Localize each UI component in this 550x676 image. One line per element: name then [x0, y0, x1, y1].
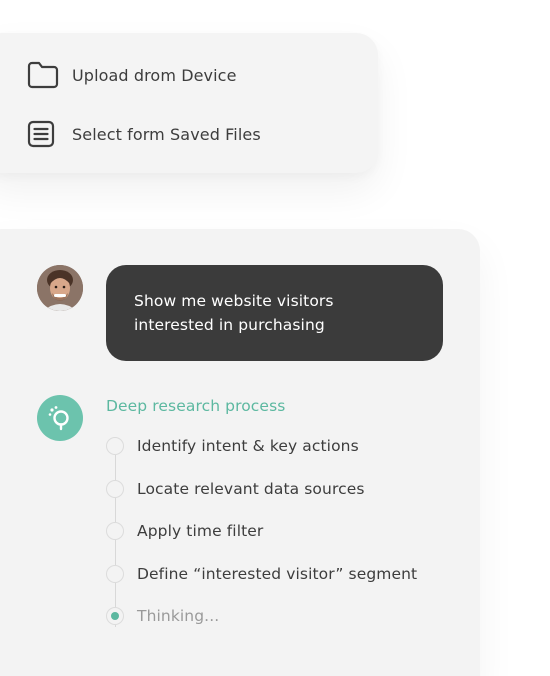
upload-from-device-item[interactable]: Upload drom Device — [26, 60, 237, 90]
step-active-dot — [106, 607, 124, 625]
chat-card: Show me website visitors interested in p… — [0, 229, 480, 676]
step-pending-dot — [106, 437, 124, 455]
process-title: Deep research process — [106, 397, 286, 415]
select-saved-files-item[interactable]: Select form Saved Files — [26, 119, 261, 149]
step-item: Identify intent & key actions — [106, 435, 359, 457]
step-item: Thinking... — [106, 605, 219, 627]
step-pending-dot — [106, 522, 124, 540]
step-pending-dot — [106, 565, 124, 583]
step-pending-dot — [106, 480, 124, 498]
folder-icon — [26, 60, 60, 90]
step-label: Apply time filter — [137, 522, 264, 540]
user-message-text: Show me website visitors interested in p… — [134, 292, 334, 334]
upload-from-device-label: Upload drom Device — [72, 65, 237, 85]
thinking-label: Thinking... — [137, 607, 220, 625]
step-item: Apply time filter — [106, 520, 263, 542]
step-label: Define “interested visitor” segment — [137, 565, 418, 583]
step-label: Locate relevant data sources — [137, 480, 365, 498]
upload-menu-card: Upload drom Device Select form Saved Fil… — [0, 33, 378, 173]
user-message-bubble: Show me website visitors interested in p… — [106, 265, 443, 361]
page: Upload drom Device Select form Saved Fil… — [0, 0, 550, 676]
step-item: Define “interested visitor” segment — [106, 563, 417, 585]
research-agent-icon — [37, 395, 83, 441]
document-icon — [26, 119, 60, 149]
select-saved-files-label: Select form Saved Files — [72, 124, 261, 144]
step-label: Identify intent & key actions — [137, 437, 359, 455]
step-item: Locate relevant data sources — [106, 478, 365, 500]
user-avatar — [37, 265, 83, 311]
